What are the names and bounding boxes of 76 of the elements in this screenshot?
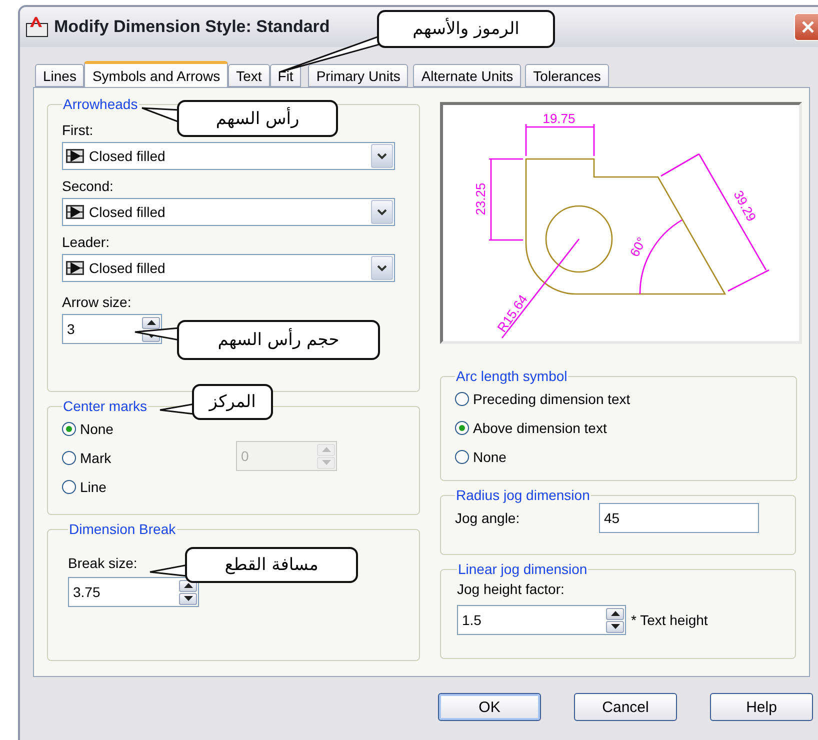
chevron-down-icon [377, 208, 387, 216]
callout-pointer [134, 327, 180, 341]
radio-button[interactable] [62, 480, 76, 494]
down-arrow-icon [610, 624, 620, 629]
down-arrow-icon [322, 460, 330, 465]
radio-option[interactable]: None [455, 442, 782, 471]
field-label: Leader: [62, 234, 110, 250]
radio-button[interactable] [455, 420, 469, 434]
tab[interactable]: Lines [35, 64, 84, 87]
dropdown[interactable]: Closed filled [62, 142, 395, 170]
up-arrow-icon [184, 583, 192, 588]
group-title: Linear jog dimension [457, 561, 588, 577]
field-label: First: [62, 122, 94, 138]
arrowhead-icon [66, 261, 84, 275]
radio-option[interactable]: Mark [62, 443, 236, 472]
close-button[interactable] [794, 13, 818, 41]
group-title: Dimension Break [68, 521, 177, 537]
jog-angle-field[interactable]: 45 [599, 503, 759, 533]
dropdown-button[interactable] [371, 144, 393, 168]
callout-label: المركز [192, 384, 273, 420]
spin-up-button[interactable] [142, 316, 160, 328]
group-title: Radius jog dimension [455, 487, 591, 503]
callout-label: مسافة القطع [185, 547, 358, 583]
field-label: Arrow size: [62, 294, 132, 310]
app-icon [26, 17, 48, 37]
tab[interactable]: Primary Units [308, 64, 408, 87]
radio-dot-icon [459, 424, 465, 430]
group-title: Center marks [62, 398, 148, 414]
radio-button[interactable] [62, 450, 76, 464]
field-label: Second: [62, 178, 114, 194]
callout-label: رأس السهم [177, 100, 338, 137]
dropdown-button[interactable] [371, 200, 393, 224]
field-label: Break size: [68, 555, 138, 571]
jog-height-field[interactable]: 1.5 [457, 605, 626, 635]
chevron-down-icon [377, 264, 387, 272]
close-icon [801, 20, 815, 34]
callout-label: الرموز والأسهم [377, 10, 555, 48]
callout-label: حجم رأس السهم [177, 320, 380, 360]
field-label: Jog height factor: [457, 581, 564, 597]
chevron-down-icon [377, 152, 387, 160]
radio-option[interactable]: Above dimension text [455, 413, 782, 442]
tab[interactable]: Fit [270, 64, 302, 87]
down-arrow-icon [184, 596, 192, 601]
tab[interactable]: Alternate Units [413, 64, 522, 87]
group-title: Arrowheads [62, 96, 139, 112]
spin-down-button[interactable] [606, 620, 624, 632]
spin-down-button[interactable] [179, 592, 197, 604]
field-label: Jog angle: [455, 510, 521, 526]
arrowhead-icon [66, 149, 84, 163]
field-suffix: * Text height [631, 612, 708, 628]
radio-button[interactable] [455, 450, 469, 464]
radio-option[interactable]: Line [62, 472, 236, 501]
dialog-button[interactable]: OK [438, 693, 541, 721]
tab[interactable]: Text [228, 64, 270, 87]
tab[interactable]: Symbols and Arrows [84, 61, 228, 87]
dropdown-button[interactable] [371, 256, 393, 280]
dimension-label: 39.29 [730, 188, 760, 224]
spin-up-button[interactable] [606, 608, 624, 620]
window-title: Modify Dimension Style: Standard [54, 17, 330, 37]
radio-button[interactable] [455, 392, 469, 406]
dropdown[interactable]: Closed filled [62, 198, 395, 226]
dropdown[interactable]: Closed filled [62, 254, 395, 282]
dimension-label: 60° [626, 234, 650, 260]
up-arrow-icon [322, 447, 330, 452]
radio-dot-icon [66, 426, 72, 432]
dialog-button[interactable]: Cancel [574, 693, 677, 721]
dimension-label: 23.25 [473, 182, 488, 216]
tab[interactable]: Tolerances [525, 64, 609, 87]
group-title: Arc length symbol [455, 368, 568, 384]
radio-option[interactable]: Preceding dimension text [455, 384, 782, 413]
radio-button[interactable] [62, 422, 76, 436]
dimension-label: 19.75 [542, 111, 576, 126]
arrowhead-icon [66, 205, 84, 219]
dialog-button[interactable]: Help [710, 693, 813, 721]
up-arrow-icon [610, 611, 620, 616]
up-arrow-icon [146, 320, 156, 325]
